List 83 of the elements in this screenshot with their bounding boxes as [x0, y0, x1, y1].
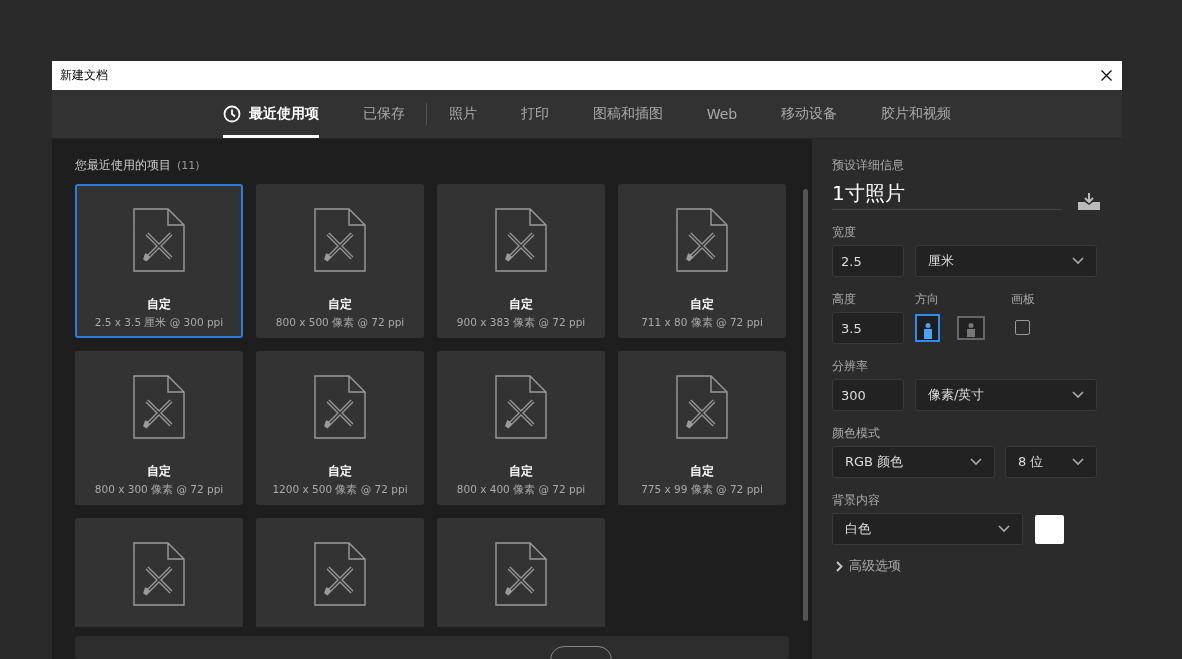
- field-label: 画板: [1011, 291, 1035, 308]
- preset-card[interactable]: 自定 775 x 99 像素 @ 72 ppi: [618, 351, 786, 505]
- chevron-down-icon: [1072, 391, 1084, 399]
- category-tab[interactable]: 照片: [426, 90, 499, 138]
- document-icon: [495, 542, 547, 606]
- field-label: 分辨率: [832, 358, 869, 375]
- preset-card[interactable]: [75, 518, 243, 627]
- document-icon: [676, 208, 728, 272]
- field-label: 方向: [915, 291, 940, 308]
- preset-card[interactable]: 自定 800 x 500 像素 @ 72 ppi: [256, 184, 424, 338]
- chevron-down-icon: [1072, 257, 1084, 265]
- preset-size: 1200 x 500 像素 @ 72 ppi: [272, 483, 408, 497]
- preset-size: 800 x 300 像素 @ 72 ppi: [94, 483, 224, 497]
- unit-dropdown[interactable]: 厘米: [915, 245, 1097, 277]
- document-icon: [676, 375, 728, 439]
- section-heading: 您最近使用的项目: [75, 157, 171, 174]
- landscape-button[interactable]: [957, 316, 985, 340]
- category-tab[interactable]: 图稿和插图: [570, 90, 685, 138]
- preset-card[interactable]: 自定 711 x 80 像素 @ 72 ppi: [618, 184, 786, 338]
- preset-size: 800 x 500 像素 @ 72 ppi: [275, 316, 405, 330]
- person-icon: [967, 323, 975, 337]
- close-icon: [1101, 70, 1112, 81]
- preset-name: 自定: [690, 463, 714, 480]
- field-label: 颜色模式: [832, 425, 881, 442]
- preset-name: 自定: [147, 296, 171, 313]
- preset-size: 711 x 80 像素 @ 72 ppi: [641, 316, 763, 330]
- category-tab[interactable]: 已保存: [340, 90, 427, 138]
- chevron-down-icon: [1072, 458, 1084, 466]
- color-swatch[interactable]: [1035, 514, 1064, 544]
- preset-name: 自定: [328, 296, 352, 313]
- document-icon: [133, 542, 185, 606]
- document-icon: [314, 208, 366, 272]
- field-label: 宽度: [832, 224, 857, 241]
- preset-card[interactable]: 自定 800 x 400 像素 @ 72 ppi: [437, 351, 605, 505]
- width-field[interactable]: 2.5: [832, 245, 904, 277]
- chevron-down-icon: [998, 525, 1010, 533]
- preset-card[interactable]: 自定 1200 x 500 像素 @ 72 ppi: [256, 351, 424, 505]
- preset-name: 自定: [509, 463, 533, 480]
- item-count: (11): [177, 159, 200, 172]
- preset-name: 自定: [147, 463, 171, 480]
- preset-size: 900 x 383 像素 @ 72 ppi: [456, 316, 586, 330]
- category-tab[interactable]: 移动设备: [759, 90, 860, 138]
- preset-card[interactable]: 自定 2.5 x 3.5 厘米 @ 300 ppi: [75, 184, 243, 338]
- preset-card[interactable]: 自定 900 x 383 像素 @ 72 ppi: [437, 184, 605, 338]
- preset-card[interactable]: [256, 518, 424, 627]
- category-tab[interactable]: 胶片和视频: [859, 90, 974, 138]
- clock-icon: [222, 105, 241, 123]
- bit-depth-dropdown[interactable]: 8 位: [1005, 446, 1097, 478]
- document-icon: [495, 375, 547, 439]
- preset-name: 自定: [690, 296, 714, 313]
- preset-size: 800 x 400 像素 @ 72 ppi: [456, 483, 586, 497]
- scrollbar-thumb[interactable]: [803, 189, 808, 621]
- preset-name-field[interactable]: 1寸照片: [832, 180, 1062, 210]
- document-icon: [314, 375, 366, 439]
- person-icon: [923, 323, 932, 339]
- chevron-down-icon: [970, 458, 982, 466]
- color-mode-dropdown[interactable]: RGB 颜色: [832, 446, 995, 478]
- document-icon: [314, 542, 366, 606]
- field-label: 背景内容: [832, 492, 881, 509]
- artboard-checkbox[interactable]: [1015, 320, 1030, 335]
- save-preset-icon[interactable]: [1078, 193, 1100, 210]
- category-tab[interactable]: Web: [684, 90, 760, 138]
- field-label: 预设详细信息: [832, 157, 905, 174]
- advanced-options-toggle[interactable]: 高级选项: [832, 557, 1100, 575]
- height-field[interactable]: 3.5: [832, 312, 904, 344]
- preset-name: 自定: [509, 296, 533, 313]
- preset-card[interactable]: [437, 518, 605, 627]
- portrait-button[interactable]: [915, 314, 940, 342]
- chevron-icon: [836, 560, 843, 572]
- preset-size: 2.5 x 3.5 厘米 @ 300 ppi: [94, 316, 224, 330]
- field-label: 高度: [832, 291, 857, 308]
- document-icon: [495, 208, 547, 272]
- resolution-field[interactable]: 300: [832, 379, 904, 411]
- category-tab[interactable]: 打印: [498, 90, 571, 138]
- preset-card[interactable]: 自定 800 x 300 像素 @ 72 ppi: [75, 351, 243, 505]
- window-title: 新建文档: [60, 67, 108, 84]
- preset-name: 自定: [328, 463, 352, 480]
- document-icon: [133, 208, 185, 272]
- background-dropdown[interactable]: 白色: [832, 513, 1023, 545]
- document-icon: [133, 375, 185, 439]
- resolution-unit-dropdown[interactable]: 像素/英寸: [915, 379, 1097, 411]
- close-button[interactable]: [1099, 68, 1114, 83]
- preset-size: 775 x 99 像素 @ 72 ppi: [641, 483, 763, 497]
